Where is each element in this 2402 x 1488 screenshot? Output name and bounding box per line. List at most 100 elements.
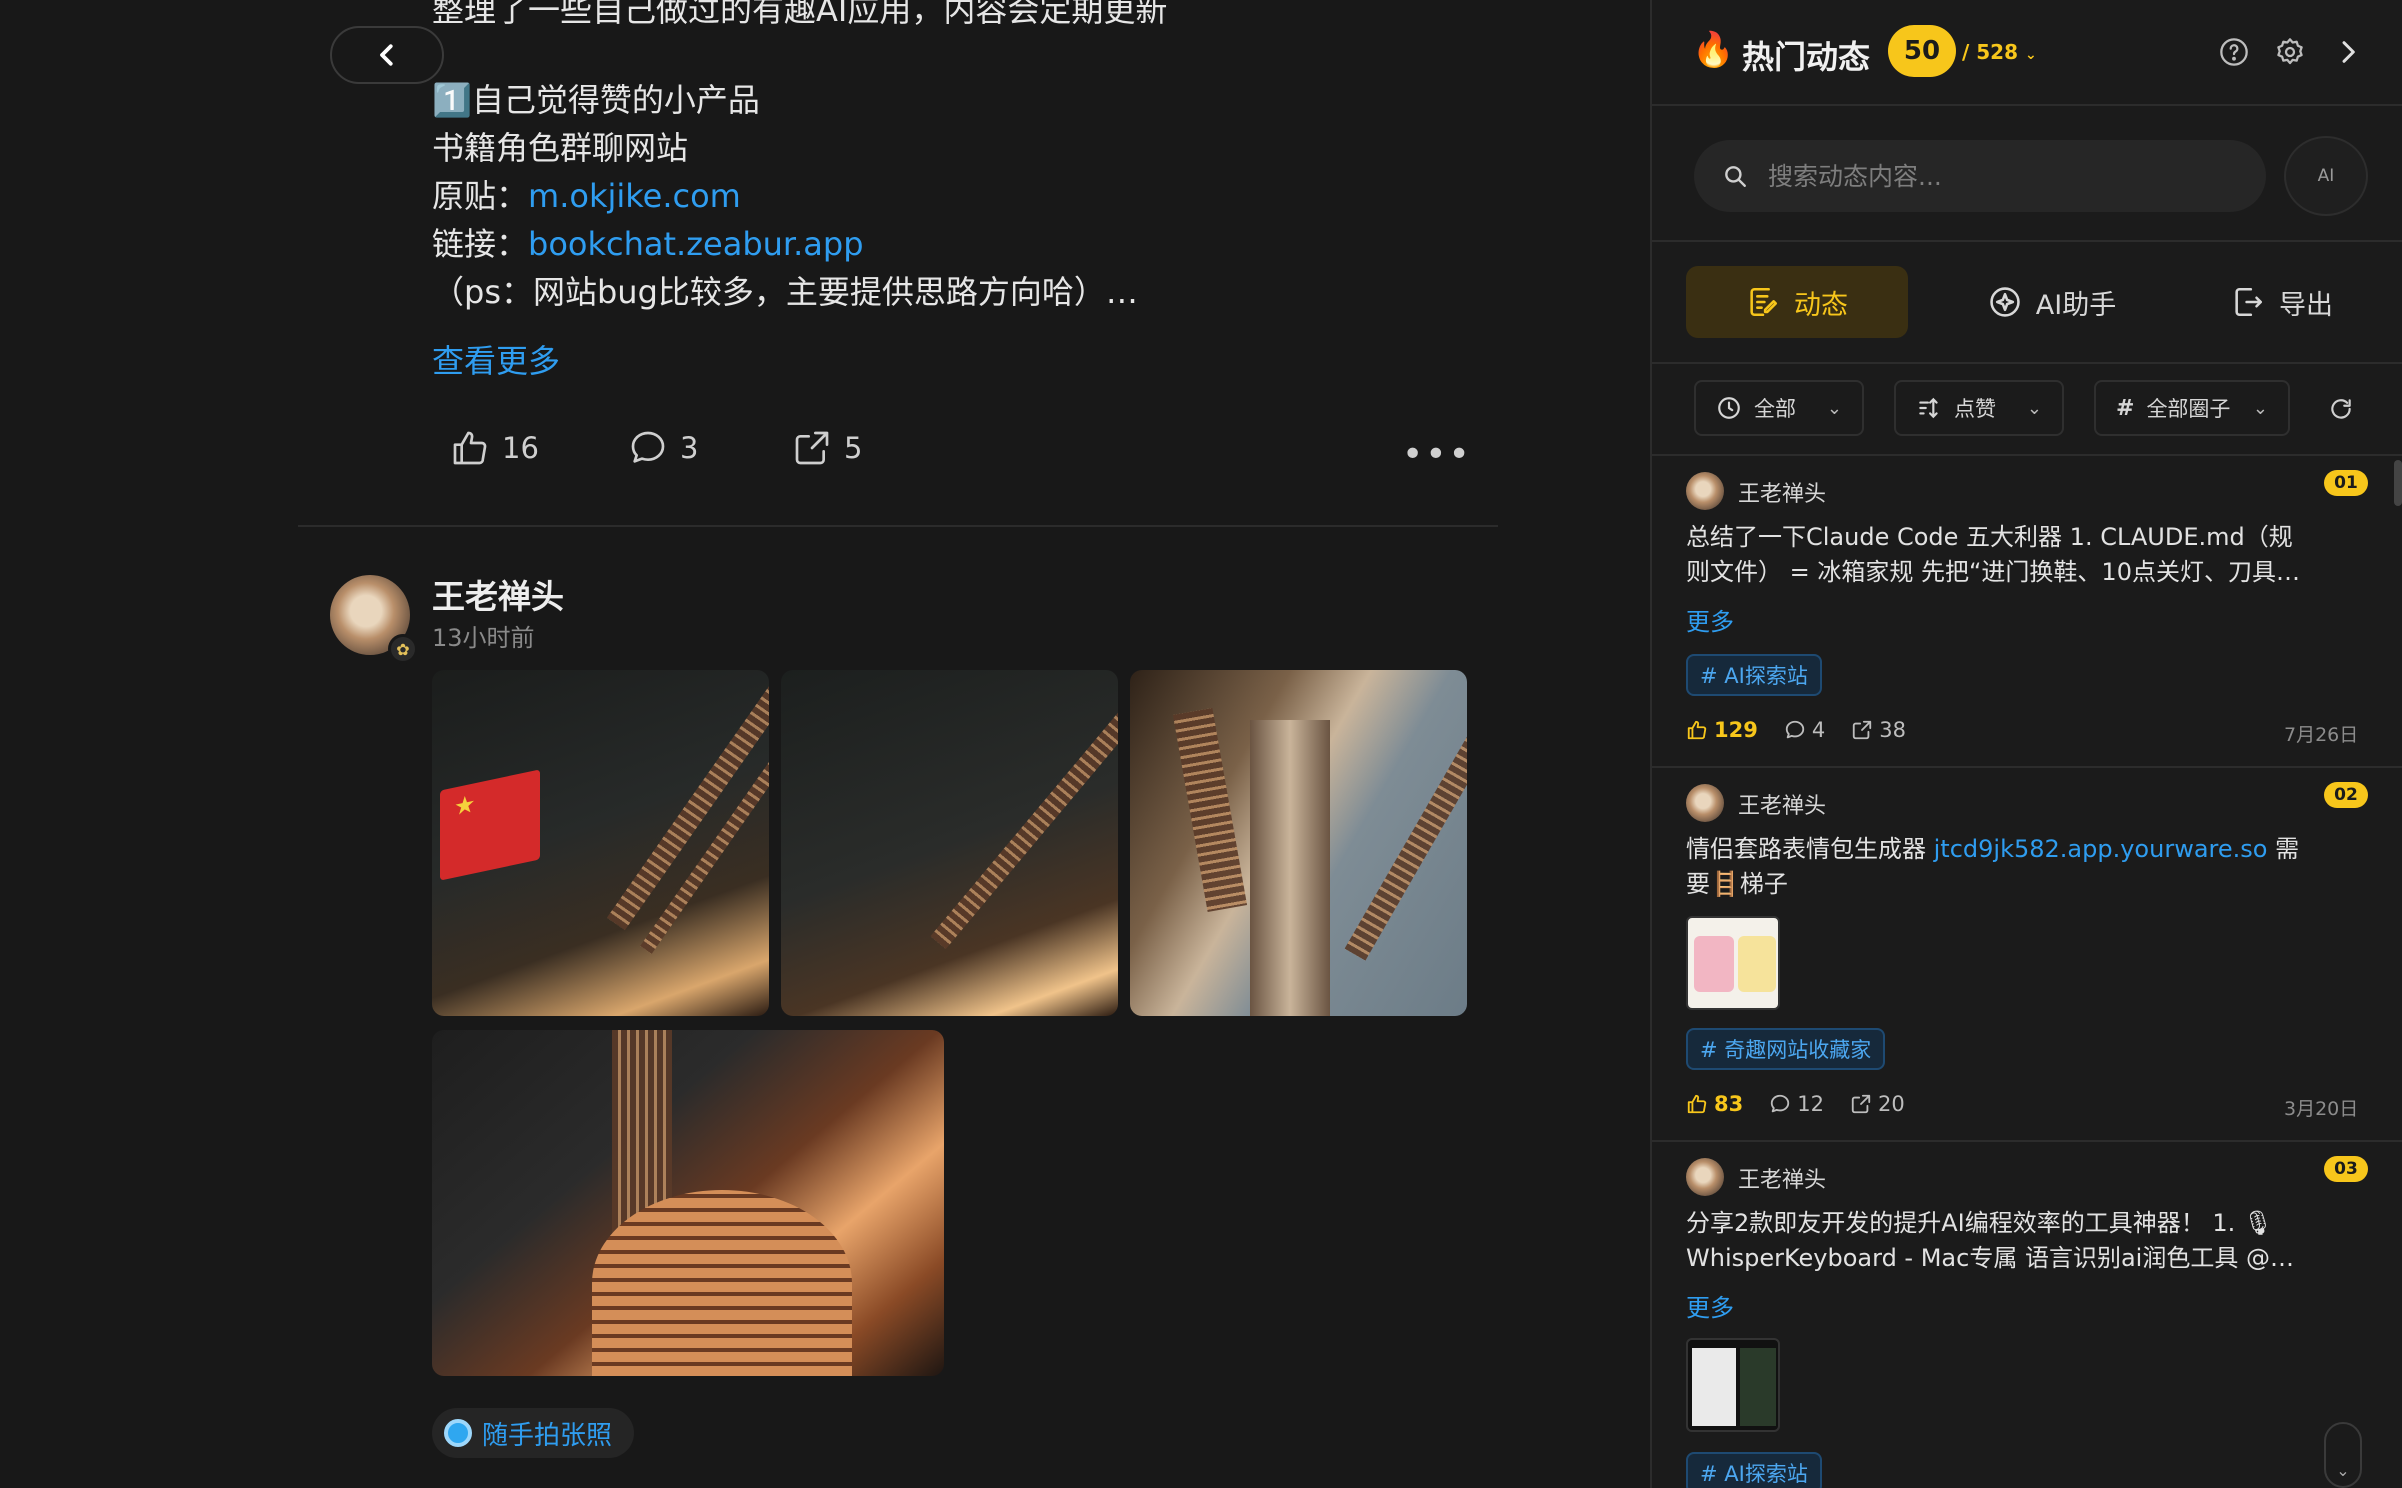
comment-icon xyxy=(631,431,665,463)
post-product-name: 书籍角色群聊网站 xyxy=(432,129,689,167)
share-button[interactable]: 5 xyxy=(792,428,862,468)
panel-header: 🔥 热门动态 50 / 528 ⌄ xyxy=(1652,0,2402,104)
hash-icon: # xyxy=(2116,395,2135,421)
help-icon[interactable] xyxy=(2218,36,2250,68)
ai-button[interactable]: AI xyxy=(2284,136,2368,216)
item-thumbnail[interactable] xyxy=(1686,916,1780,1010)
share-icon xyxy=(1853,720,1872,740)
chevron-down-icon: ⌄ xyxy=(2252,397,2268,419)
tab-export-label: 导出 xyxy=(2279,289,2333,321)
like-button[interactable]: 16 xyxy=(450,428,539,468)
circle-tag[interactable]: # AI探索站 xyxy=(1686,1452,1822,1488)
comment-icon xyxy=(1771,1094,1790,1113)
see-more-link[interactable]: 查看更多 xyxy=(432,336,560,382)
gear-icon[interactable] xyxy=(2274,36,2306,68)
chevron-down-icon: ⌄ xyxy=(2024,47,2037,63)
post-section-heading: 1️⃣自己觉得赞的小产品 xyxy=(432,81,760,119)
item-thumbnail[interactable] xyxy=(1686,1338,1780,1432)
thumbs-up-icon xyxy=(1687,1094,1707,1114)
comment-button[interactable]: 3 xyxy=(628,428,698,468)
circle-tag[interactable]: # 奇趣网站收藏家 xyxy=(1686,1028,1886,1070)
item-share-button[interactable]: 38 xyxy=(1851,718,1906,742)
tab-ai-assistant[interactable]: AI助手 xyxy=(1952,266,2152,338)
item-share-button[interactable]: 20 xyxy=(1850,1092,1905,1116)
item-text: 分享2款即友开发的提升AI编程效率的工具神器！ 1. 🎙 WhisperKeyb… xyxy=(1686,1209,2294,1272)
list-item[interactable]: 王老禅头 03 分享2款即友开发的提升AI编程效率的工具神器！ 1. 🎙 Whi… xyxy=(1652,1140,2402,1488)
search-input[interactable] xyxy=(1768,161,2248,191)
scrollbar-thumb[interactable] xyxy=(2394,460,2402,506)
like-count: 16 xyxy=(502,431,539,465)
thumbs-up-icon xyxy=(453,431,487,465)
search-icon xyxy=(1725,166,1746,187)
author-name[interactable]: 王老禅头 xyxy=(432,570,564,618)
item-comment-button[interactable]: 12 xyxy=(1769,1092,1824,1116)
topic-label: 随手拍张照 xyxy=(482,1420,613,1451)
item-text: 总结了一下Claude Code 五大利器 1. CLAUDE.md（规 则文件… xyxy=(1686,523,2300,586)
item-stats: 83 12 20 xyxy=(1686,1092,1905,1116)
sort-label: 点赞 xyxy=(1954,397,1996,421)
scroll-down-button[interactable]: ⌄ xyxy=(2324,1422,2362,1488)
post-photo-2[interactable] xyxy=(781,670,1118,1016)
export-icon xyxy=(2235,287,2263,317)
rank-badge: 03 xyxy=(2324,1156,2368,1182)
list-item[interactable]: 王老禅头 01 总结了一下Claude Code 五大利器 1. CLAUDE.… xyxy=(1652,454,2402,766)
item-date: 7月26日 xyxy=(2284,724,2359,746)
post-intro-line: 整理了一些自己做过的有趣AI应用，内容会定期更新 xyxy=(432,0,1168,29)
item-more-link[interactable]: 更多 xyxy=(1686,602,1734,637)
item-comment-button[interactable]: 4 xyxy=(1784,718,1825,742)
avatar[interactable] xyxy=(1686,472,1724,510)
avatar[interactable] xyxy=(1686,784,1724,822)
back-button[interactable] xyxy=(330,26,444,84)
time-filter-dropdown[interactable]: 全部 ⌄ xyxy=(1694,380,1864,436)
rank-badge: 02 xyxy=(2324,782,2368,808)
chevron-left-icon xyxy=(380,44,393,66)
tab-export[interactable]: 导出 xyxy=(2192,266,2372,338)
topic-dot-icon xyxy=(444,1419,472,1447)
item-author[interactable]: 王老禅头 xyxy=(1738,476,1826,508)
comment-count: 3 xyxy=(680,431,699,465)
search-divider xyxy=(1652,240,2402,242)
count-badge: 50 xyxy=(1888,25,1956,77)
post-time: 13小时前 xyxy=(432,624,535,652)
chevron-down-icon: ⌄ xyxy=(1826,397,1842,419)
thumbs-up-icon xyxy=(1687,720,1707,740)
search-box[interactable] xyxy=(1694,140,2266,212)
post-photo-3[interactable] xyxy=(1130,670,1467,1016)
item-link[interactable]: jtcd9jk582.app.yourware.so xyxy=(1934,835,2268,863)
item-author[interactable]: 王老禅头 xyxy=(1738,788,1826,820)
origin-link[interactable]: m.okjike.com xyxy=(528,177,741,215)
item-like-button[interactable]: 83 xyxy=(1686,1092,1743,1116)
link-label: 链接： xyxy=(432,225,529,263)
list-item[interactable]: 王老禅头 02 情侣套路表情包生成器 jtcd9jk582.app.yourwa… xyxy=(1652,766,2402,1140)
sparkle-icon xyxy=(1990,287,2020,317)
post-link-line: 链接：bookchat.zeabur.app xyxy=(432,220,864,268)
count-total[interactable]: / 528 ⌄ xyxy=(1962,40,2037,64)
item-like-button[interactable]: 129 xyxy=(1686,718,1758,742)
refresh-icon[interactable] xyxy=(2328,396,2354,422)
time-filter-label: 全部 xyxy=(1754,397,1796,421)
comment-icon xyxy=(1785,720,1805,739)
chevron-right-icon[interactable] xyxy=(2332,36,2364,68)
panel-title: 热门动态 xyxy=(1742,38,1871,76)
tabs-divider xyxy=(1652,362,2402,364)
post-note: （ps：网站bug比较多，主要提供思路方向哈）… xyxy=(432,273,1138,311)
chevron-down-icon: ⌄ xyxy=(2026,397,2042,419)
post-photo-4[interactable] xyxy=(432,1030,944,1376)
item-author[interactable]: 王老禅头 xyxy=(1738,1162,1826,1194)
feed-column: 整理了一些自己做过的有趣AI应用，内容会定期更新 1️⃣自己觉得赞的小产品 书籍… xyxy=(0,0,1650,1488)
circle-tag[interactable]: # AI探索站 xyxy=(1686,654,1822,696)
item-date: 3月20日 xyxy=(2284,1098,2359,1120)
origin-label: 原贴： xyxy=(432,177,529,215)
topic-chip[interactable]: 随手拍张照 xyxy=(432,1408,635,1458)
more-options-icon[interactable]: ••• xyxy=(1402,434,1472,475)
sort-dropdown[interactable]: 点赞 ⌄ xyxy=(1894,380,2064,436)
bookchat-link[interactable]: bookchat.zeabur.app xyxy=(528,225,864,263)
item-more-link[interactable]: 更多 xyxy=(1686,1288,1734,1323)
avatar[interactable] xyxy=(1686,1158,1724,1196)
circle-filter-dropdown[interactable]: # 全部圈子 ⌄ xyxy=(2094,380,2290,436)
tab-posts[interactable]: 动态 xyxy=(1686,266,1908,338)
item-stats: 129 4 38 xyxy=(1686,718,1906,742)
post-origin-line: 原贴：m.okjike.com xyxy=(432,172,741,220)
share-count: 5 xyxy=(844,431,863,465)
share-icon xyxy=(795,431,829,465)
